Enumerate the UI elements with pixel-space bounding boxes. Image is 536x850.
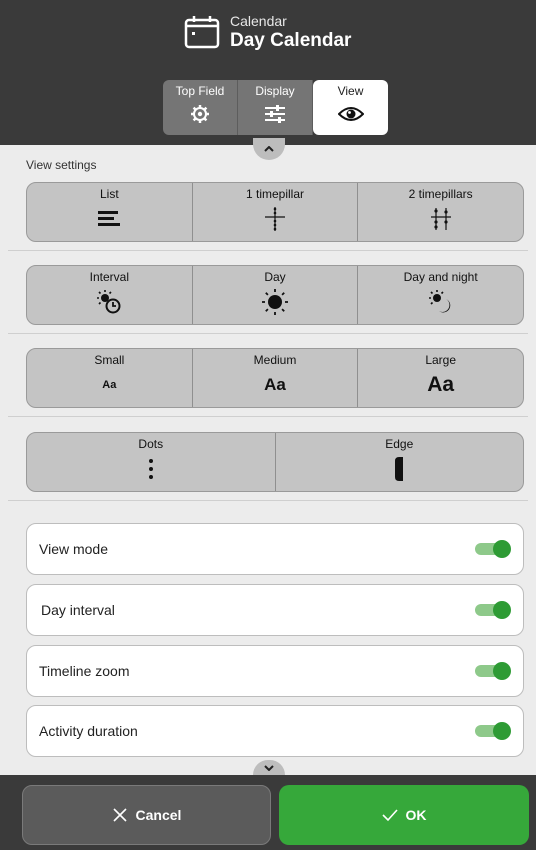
divider (8, 250, 528, 251)
toggle-label: Timeline zoom (39, 663, 130, 679)
toggle-label: Activity duration (39, 723, 138, 739)
sliders-icon (265, 105, 285, 123)
view-mode-switch[interactable] (475, 540, 511, 558)
tab-view[interactable]: View (313, 80, 388, 135)
chevron-down-icon (264, 764, 274, 771)
divider (8, 333, 528, 334)
timeline-zoom-switch[interactable] (475, 662, 511, 680)
sun-icon (262, 289, 288, 315)
checkmark-icon (381, 809, 398, 822)
cancel-button[interactable]: Cancel (22, 785, 271, 845)
toggle-row-day-interval[interactable]: Day interval (26, 584, 524, 636)
option-medium[interactable]: Medium Aa (193, 349, 359, 407)
option-label: List (99, 187, 119, 201)
one-timepillar-icon (265, 207, 285, 231)
option-dots[interactable]: Dots (27, 433, 276, 491)
option-label: Day (264, 270, 286, 284)
calendar-icon (184, 16, 220, 49)
option-label: Medium (253, 353, 297, 367)
option-edge[interactable]: Edge (276, 433, 524, 491)
header-bar: Calendar Day Calendar Top Field Display (0, 0, 536, 145)
text-size-sample-large: Aa (427, 373, 455, 396)
tab-label: Top Field (175, 84, 225, 98)
app-subtitle: Calendar (230, 13, 287, 29)
text-size-sample-medium: Aa (264, 375, 286, 394)
text-size-selector: Small Aa Medium Aa Large Aa (26, 348, 524, 408)
settings-tabs: Top Field Display View (163, 80, 388, 135)
option-label: 1 timepillar (245, 187, 305, 201)
option-label: 2 timepillars (408, 187, 473, 201)
list-icon (98, 211, 121, 226)
title-block: Calendar Day Calendar (184, 14, 351, 50)
option-1-timepillar[interactable]: 1 timepillar (193, 183, 359, 241)
option-small[interactable]: Small Aa (27, 349, 193, 407)
interval-icon (97, 290, 121, 314)
day-night-icon (428, 290, 450, 313)
option-day-and-night[interactable]: Day and night (358, 266, 523, 324)
divider (8, 416, 528, 417)
toggle-label: Day interval (41, 602, 115, 618)
toggle-label: View mode (39, 541, 109, 557)
gear-icon (191, 105, 209, 123)
eye-icon (337, 107, 364, 121)
view-type-selector: List 1 timepillar 2 timepillars (26, 182, 524, 242)
tab-label: View (337, 84, 364, 98)
chevron-up-icon (264, 146, 274, 152)
dots-icon (148, 459, 153, 479)
footer-bar: Cancel OK (0, 775, 536, 850)
option-interval[interactable]: Interval (27, 266, 193, 324)
day-span-selector: Interval Day Day and night (26, 265, 524, 325)
tab-top-field[interactable]: Top Field (163, 80, 238, 135)
page-title: Day Calendar (230, 30, 352, 51)
option-day[interactable]: Day (193, 266, 359, 324)
option-label: Interval (89, 270, 130, 284)
option-label: Day and night (403, 270, 478, 284)
indicator-selector: Dots Edge (26, 432, 524, 492)
toggle-row-timeline-zoom[interactable]: Timeline zoom (26, 645, 524, 697)
toggle-row-view-mode[interactable]: View mode (26, 523, 524, 575)
tab-label: Display (255, 84, 295, 98)
toggle-row-activity-duration[interactable]: Activity duration (26, 705, 524, 757)
option-label: Large (425, 353, 457, 367)
option-label: Edge (385, 437, 414, 451)
option-2-timepillars[interactable]: 2 timepillars (358, 183, 523, 241)
day-interval-switch[interactable] (475, 601, 511, 619)
cancel-label: Cancel (135, 807, 182, 823)
ok-label: OK (405, 807, 427, 823)
activity-duration-switch[interactable] (475, 722, 511, 740)
ok-button[interactable]: OK (279, 785, 529, 845)
text-size-sample-small: Aa (102, 379, 117, 391)
option-large[interactable]: Large Aa (358, 349, 523, 407)
two-timepillars-icon (430, 208, 451, 230)
section-label: View settings (26, 158, 97, 172)
divider (8, 500, 528, 501)
close-icon (112, 808, 127, 822)
edge-icon (395, 457, 404, 481)
option-label: Small (94, 353, 125, 367)
tab-display[interactable]: Display (238, 80, 313, 135)
option-label: Dots (138, 437, 164, 451)
option-list[interactable]: List (27, 183, 193, 241)
